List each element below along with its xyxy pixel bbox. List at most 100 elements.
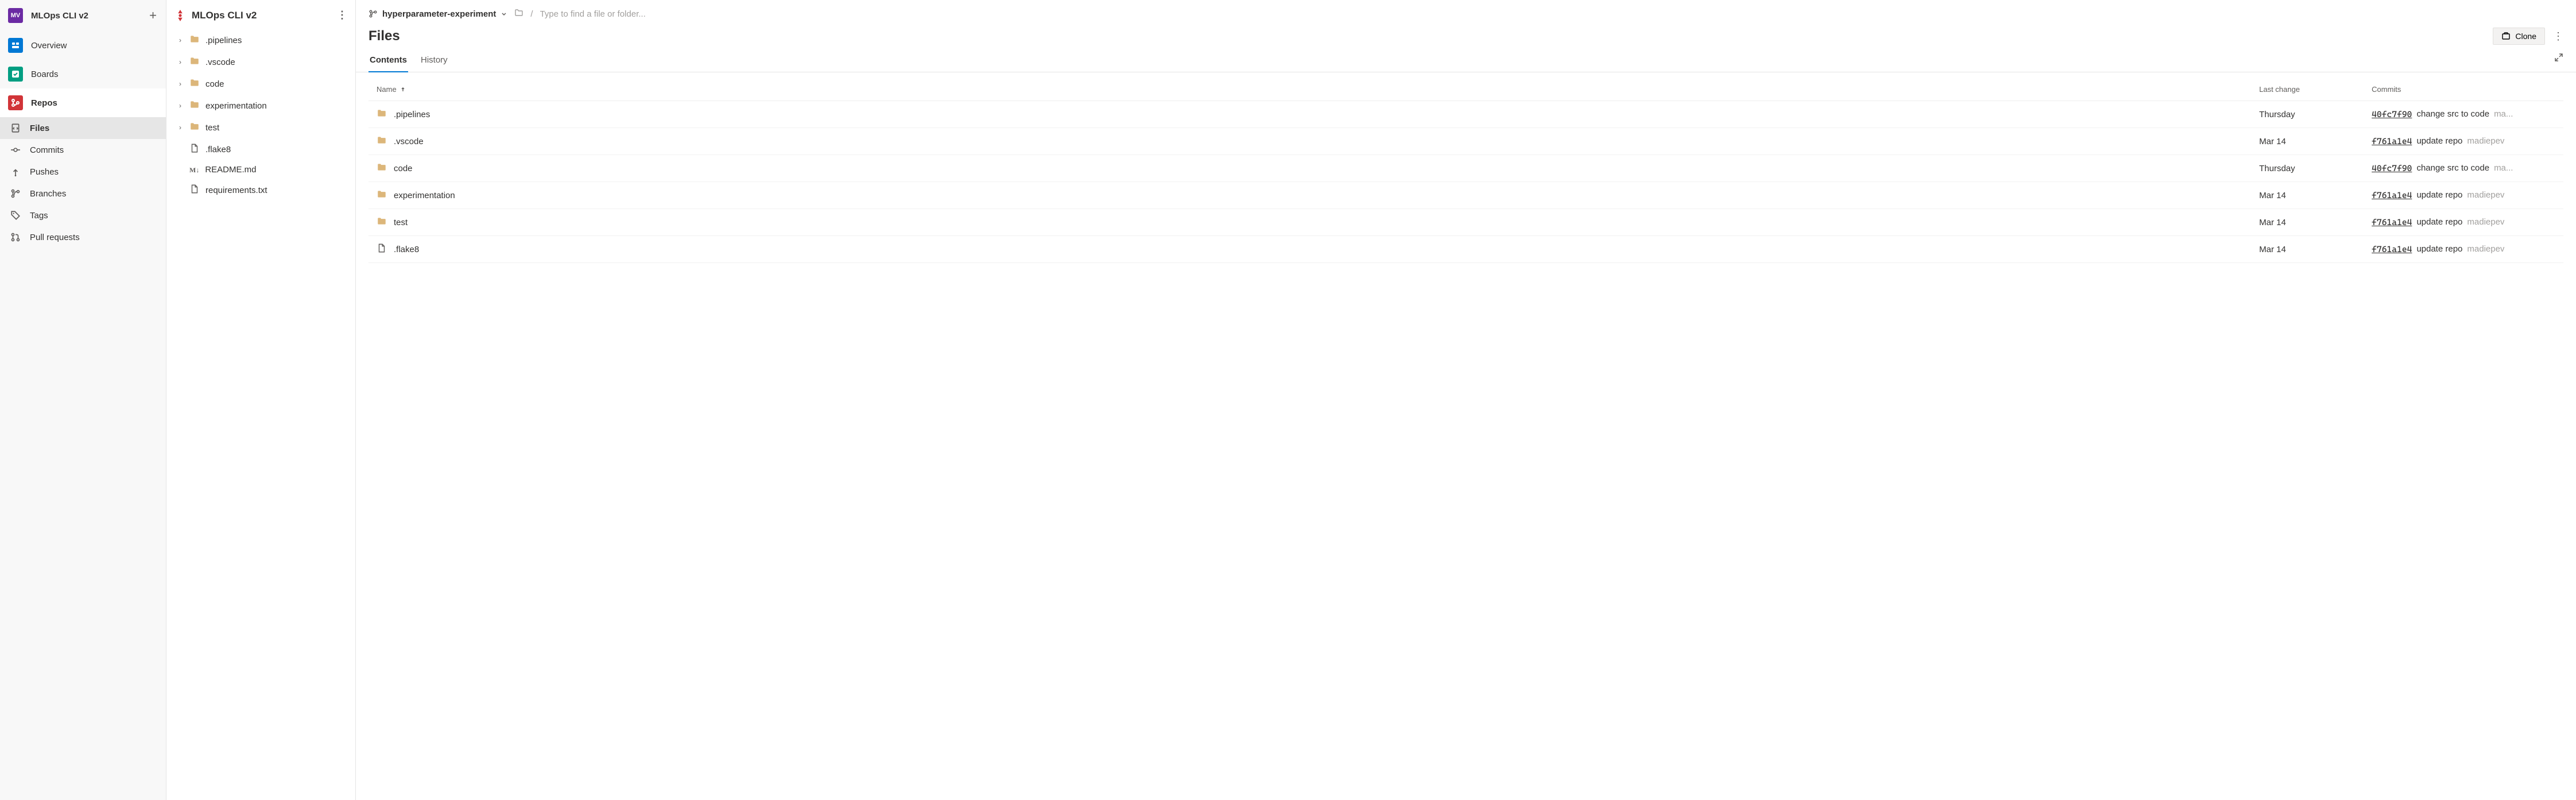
row-last-change: Thursday (2259, 164, 2362, 173)
row-last-change: Thursday (2259, 110, 2362, 119)
subnav-commits[interactable]: Commits (0, 139, 166, 161)
row-last-change: Mar 14 (2259, 218, 2362, 227)
commit-hash-link[interactable]: f761a1e4 (2372, 217, 2412, 227)
table-row[interactable]: .vscodeMar 14f761a1e4 update repo madiep… (368, 128, 2563, 155)
branch-name-text: hyperparameter-experiment (382, 9, 496, 19)
tree-node-name: test (205, 123, 219, 133)
tree-file[interactable]: .flake8 (166, 138, 355, 160)
nav-boards[interactable]: Boards (0, 60, 166, 88)
pull-request-icon (10, 232, 21, 242)
tree-more-button[interactable]: ⋮ (337, 9, 347, 21)
col-header-name[interactable]: Name (377, 85, 2250, 94)
file-icon (189, 184, 200, 196)
row-name: .vscode (394, 137, 424, 146)
chevron-right-icon[interactable]: › (177, 36, 184, 44)
row-name: .pipelines (394, 110, 430, 119)
subnav-tags[interactable]: Tags (0, 204, 166, 226)
commit-hash-link[interactable]: 40fc7f90 (2372, 163, 2412, 173)
overview-icon (8, 38, 23, 53)
folder-icon (189, 99, 200, 112)
tab-history[interactable]: History (420, 53, 449, 72)
tree-folder[interactable]: › test (166, 117, 355, 138)
chevron-right-icon[interactable]: › (177, 123, 184, 132)
commit-hash-link[interactable]: 40fc7f90 (2372, 109, 2412, 119)
file-table: Name Last change Commits .pipelines Thurs… (356, 72, 2576, 269)
file-tree-panel: MLOps CLI v2 ⋮ ›.pipelines›.vscode›code›… (166, 0, 356, 800)
path-root-icon[interactable] (514, 8, 523, 20)
tree-folder[interactable]: ›.vscode (166, 51, 355, 73)
subnav-pull-requests[interactable]: Pull requests (0, 226, 166, 248)
table-row[interactable]: .pipelines Thursday 40fc7f90 change src to… (368, 101, 2563, 128)
row-last-change: Mar 14 (2259, 245, 2362, 254)
nav-label: Repos (31, 98, 57, 108)
tree-header: MLOps CLI v2 ⋮ (166, 0, 355, 29)
subnav-label: Pull requests (30, 233, 80, 242)
chevron-right-icon[interactable]: › (177, 80, 184, 88)
nav-label: Overview (31, 41, 67, 51)
subnav-label: Tags (30, 211, 48, 221)
row-last-change: Mar 14 (2259, 137, 2362, 146)
commit-message: change src to code (2416, 163, 2489, 173)
tree-folder[interactable]: ›.pipelines (166, 29, 355, 51)
commit-hash-link[interactable]: f761a1e4 (2372, 244, 2412, 254)
repo-icon (174, 10, 186, 21)
left-nav: MV MLOps CLI v2 + Overview Boards Repos … (0, 0, 166, 800)
new-item-button[interactable]: + (149, 9, 157, 22)
table-row[interactable]: .flake8Mar 14f761a1e4 update repo madiep… (368, 236, 2563, 263)
subnav-label: Pushes (30, 167, 59, 177)
tree-file[interactable]: M↓README.md (166, 160, 355, 179)
chevron-right-icon[interactable]: › (177, 58, 184, 66)
commit-hash-link[interactable]: f761a1e4 (2372, 190, 2412, 200)
col-header-last-change[interactable]: Last change (2259, 85, 2362, 94)
branch-icon (368, 9, 378, 18)
commit-message: change src to code (2416, 109, 2489, 119)
tree-node-name: README.md (205, 165, 256, 175)
branch-selector[interactable]: hyperparameter-experiment (368, 9, 507, 19)
subnav-files[interactable]: Files (0, 117, 166, 139)
nav-repos[interactable]: Repos (0, 88, 166, 117)
tab-contents[interactable]: Contents (368, 53, 408, 72)
table-row[interactable]: experimentationMar 14f761a1e4 update rep… (368, 182, 2563, 209)
commit-message: update repo (2416, 217, 2462, 227)
clone-button[interactable]: Clone (2493, 28, 2545, 45)
tree-repo-name[interactable]: MLOps CLI v2 (192, 10, 257, 21)
project-name[interactable]: MLOps CLI v2 (31, 11, 141, 21)
tree-folder[interactable]: ›code (166, 73, 355, 95)
subnav-label: Files (30, 123, 49, 133)
path-input[interactable] (540, 9, 701, 19)
commit-author: madiepev (2467, 190, 2504, 200)
commit-message: update repo (2416, 244, 2462, 254)
clone-icon (2501, 32, 2511, 41)
fullscreen-button[interactable] (2554, 53, 2563, 72)
folder-icon (377, 162, 387, 175)
repos-subnav: Files Commits Pushes Branches Tags Pull … (0, 117, 166, 248)
table-row[interactable]: codeThursday40fc7f90 change src to code … (368, 155, 2563, 182)
breadcrumb-separator: / (530, 9, 533, 19)
row-name: experimentation (394, 191, 455, 200)
repos-icon (8, 95, 23, 110)
folder-icon (189, 56, 200, 68)
tree-node-name: experimentation (205, 101, 267, 111)
commit-author: ma... (2494, 109, 2513, 119)
content-tabs: Contents History (356, 46, 2576, 72)
tree-file[interactable]: requirements.txt (166, 179, 355, 201)
subnav-branches[interactable]: Branches (0, 183, 166, 204)
main-content: hyperparameter-experiment / Files Clone … (356, 0, 2576, 800)
main-more-button[interactable]: ⋮ (2553, 30, 2563, 42)
commit-message: update repo (2416, 190, 2462, 200)
tree-folder[interactable]: › experimentation (166, 95, 355, 117)
commit-hash-link[interactable]: f761a1e4 (2372, 136, 2412, 146)
title-row: Files Clone ⋮ (356, 23, 2576, 46)
chevron-right-icon[interactable]: › (177, 102, 184, 110)
col-header-commits[interactable]: Commits (2372, 85, 2555, 94)
folder-icon (377, 216, 387, 229)
subnav-pushes[interactable]: Pushes (0, 161, 166, 183)
breadcrumb-bar: hyperparameter-experiment / (356, 0, 2576, 23)
table-row[interactable]: testMar 14f761a1e4 update repo madiepev (368, 209, 2563, 236)
nav-overview[interactable]: Overview (0, 31, 166, 60)
subnav-label: Branches (30, 189, 66, 199)
row-name: test (394, 218, 408, 227)
project-badge: MV (8, 8, 23, 23)
folder-icon (189, 34, 200, 47)
file-icon (377, 243, 387, 256)
